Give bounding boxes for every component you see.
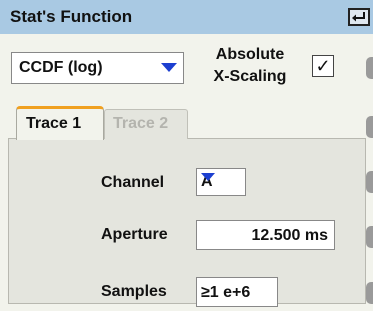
channel-label: Channel xyxy=(101,174,165,191)
chevron-down-icon xyxy=(161,63,177,72)
samples-label: Samples xyxy=(101,283,167,300)
softkey-tab-2[interactable] xyxy=(366,116,373,138)
tab-trace-1[interactable]: Trace 1 xyxy=(16,106,104,140)
samples-value: ≥1 e+6 xyxy=(201,284,251,301)
absolute-scaling-label: Absolute X-Scaling xyxy=(205,44,295,88)
title-bar: Stat's Function xyxy=(0,0,373,34)
softkey-tab-4[interactable] xyxy=(366,226,373,248)
softkey-tab-3[interactable] xyxy=(366,171,373,193)
channel-dropdown[interactable]: A xyxy=(196,168,246,196)
tab-trace-2-label: Trace 2 xyxy=(113,115,169,132)
stats-function-panel: Stat's Function CCDF (log) Absolute X-Sc… xyxy=(0,0,373,311)
function-dropdown-value: CCDF (log) xyxy=(19,59,103,76)
absolute-scaling-label-line1: Absolute xyxy=(215,46,285,63)
absolute-scaling-checkbox[interactable]: ✓ xyxy=(312,55,334,77)
softkey-tab-1[interactable] xyxy=(366,57,373,79)
chevron-down-icon xyxy=(201,173,215,181)
tab-trace-2[interactable]: Trace 2 xyxy=(104,109,188,139)
aperture-input[interactable]: 12.500 ms xyxy=(196,220,335,250)
tab-trace-1-label: Trace 1 xyxy=(26,115,82,132)
samples-input[interactable]: ≥1 e+6 xyxy=(196,277,278,307)
aperture-label: Aperture xyxy=(101,226,168,243)
absolute-scaling-label-line2: X-Scaling xyxy=(213,68,287,85)
softkey-tab-5[interactable] xyxy=(366,282,373,304)
window-title: Stat's Function xyxy=(10,7,133,26)
enter-icon xyxy=(352,12,365,22)
aperture-value: 12.500 ms xyxy=(251,227,328,244)
function-dropdown[interactable]: CCDF (log) xyxy=(11,52,184,84)
enter-button[interactable] xyxy=(348,8,370,26)
